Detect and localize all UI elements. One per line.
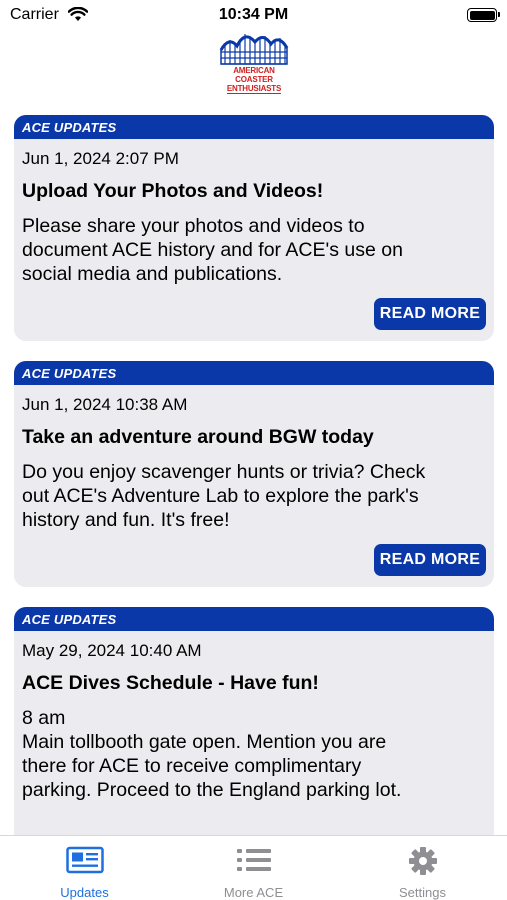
card-text: 8 am Main tollbooth gate open. Mention y… [22,707,402,801]
update-card[interactable]: ACE UPDATES May 29, 2024 10:40 AM ACE Di… [14,607,494,835]
card-category: ACE UPDATES [14,607,494,631]
read-more-button[interactable]: READ MORE [374,544,486,576]
status-bar: Carrier 10:34 PM [0,0,507,30]
list-icon [236,846,272,879]
card-date: Jun 1, 2024 2:07 PM [22,149,179,168]
card-text: Please share your photos and videos to d… [22,215,403,285]
card-date: May 29, 2024 10:40 AM [22,641,202,660]
logo-wordmark: AMERICAN COASTER ENTHUSIASTS [212,66,296,94]
logo-line-3: ENTHUSIASTS [226,84,282,94]
tab-label-settings: Settings [399,885,446,900]
tab-label-more-ace: More ACE [223,885,284,900]
updates-feed[interactable]: ACE UPDATES Jun 1, 2024 2:07 PM Upload Y… [14,115,494,835]
card-text: Do you enjoy scavenger hunts or trivia? … [22,461,426,531]
card-title: ACE Dives Schedule - Have fun! [22,672,319,694]
tab-bar: Updates More ACE Settings [0,835,507,900]
status-time: 10:34 PM [218,6,289,23]
logo-line-2: COASTER [235,75,273,84]
read-more-button[interactable]: READ MORE [374,298,486,330]
card-date: Jun 1, 2024 10:38 AM [22,395,188,414]
logo-line-1: AMERICAN [233,66,275,75]
card-title: Upload Your Photos and Videos! [22,180,324,202]
tab-updates[interactable]: Updates [0,836,169,900]
update-card[interactable]: ACE UPDATES Jun 1, 2024 2:07 PM Upload Y… [14,115,494,341]
card-category: ACE UPDATES [14,361,494,385]
newspaper-icon [65,846,104,879]
tab-label-updates: Updates [60,885,109,900]
card-category: ACE UPDATES [14,115,494,139]
update-card[interactable]: ACE UPDATES Jun 1, 2024 10:38 AM Take an… [14,361,494,587]
tab-settings[interactable]: Settings [338,836,507,900]
roller-coaster-icon [219,34,289,65]
tab-more-ace[interactable]: More ACE [169,836,338,900]
gear-icon [408,846,438,881]
card-title: Take an adventure around BGW today [22,426,374,448]
battery-icon [467,8,500,22]
